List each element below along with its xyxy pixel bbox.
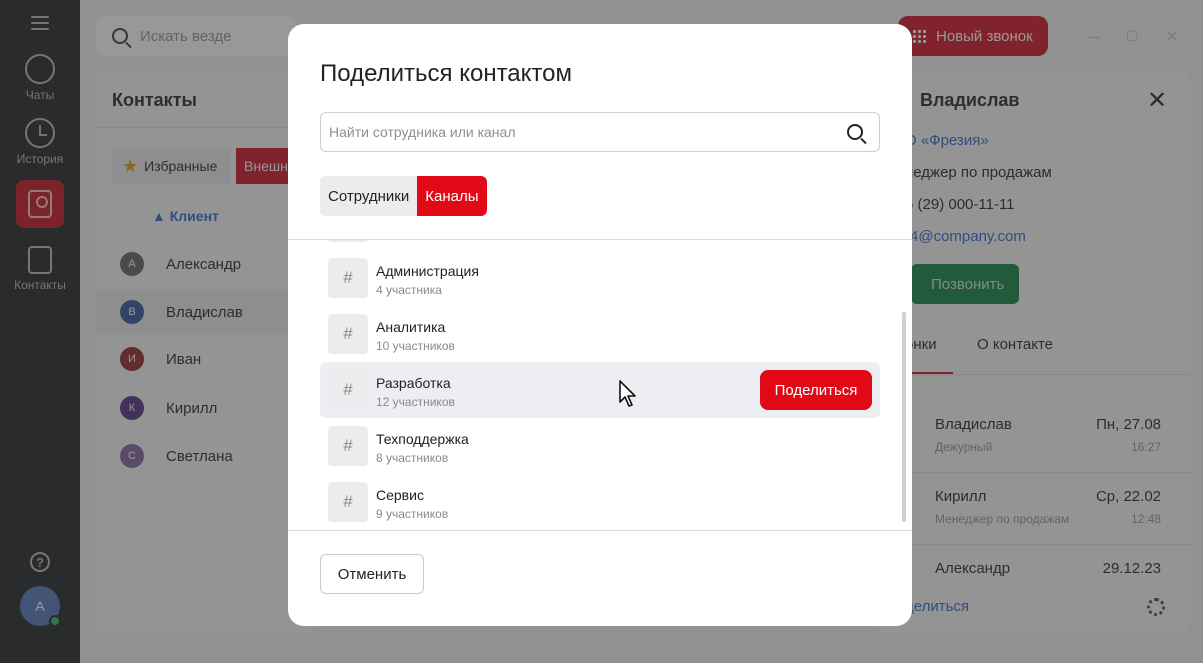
channel-members: 4 участника bbox=[376, 283, 442, 297]
channel-members: 10 участников bbox=[376, 339, 455, 353]
channel-item-hovered[interactable]: # Разработка 12 участников Поделиться bbox=[320, 362, 880, 418]
hash-icon: # bbox=[328, 314, 368, 354]
channel-members: 8 участников bbox=[376, 451, 449, 465]
channel-item[interactable]: # Аналитика 10 участников bbox=[320, 306, 880, 362]
list-item-partial bbox=[328, 240, 368, 242]
cancel-button[interactable]: Отменить bbox=[320, 554, 424, 594]
tab-employees[interactable]: Сотрудники bbox=[320, 176, 418, 216]
channel-name: Разработка bbox=[376, 375, 451, 391]
divider bbox=[288, 530, 912, 531]
dialog-search-input[interactable] bbox=[329, 124, 847, 140]
dialog-title: Поделиться контактом bbox=[320, 60, 572, 87]
channel-item[interactable]: # Техподдержка 8 участников bbox=[320, 418, 880, 474]
hash-icon: # bbox=[328, 482, 368, 522]
channel-members: 12 участников bbox=[376, 395, 455, 409]
channel-name: Сервис bbox=[376, 487, 424, 503]
channel-name: Техподдержка bbox=[376, 431, 469, 447]
hash-icon: # bbox=[328, 426, 368, 466]
hash-icon: # bbox=[328, 370, 368, 410]
channel-item[interactable]: # Сервис 9 участников bbox=[320, 474, 880, 530]
list-scrollbar[interactable] bbox=[902, 312, 906, 522]
hash-icon: # bbox=[328, 258, 368, 298]
mouse-cursor-icon bbox=[619, 380, 636, 407]
channel-item[interactable]: # Администрация 4 участника bbox=[320, 250, 880, 306]
channel-name: Аналитика bbox=[376, 319, 446, 335]
share-button[interactable]: Поделиться bbox=[760, 370, 872, 410]
channel-members: 9 участников bbox=[376, 507, 449, 521]
tab-channels[interactable]: Каналы bbox=[417, 176, 487, 216]
share-contact-dialog: Поделиться контактом Сотрудники Каналы #… bbox=[288, 24, 912, 626]
channel-list: # Администрация 4 участника # Аналитика … bbox=[288, 240, 912, 530]
dialog-search-field[interactable] bbox=[320, 112, 880, 152]
channel-name: Администрация bbox=[376, 263, 479, 279]
search-icon[interactable] bbox=[847, 124, 863, 140]
recipient-type-switch: Сотрудники Каналы bbox=[320, 176, 487, 216]
